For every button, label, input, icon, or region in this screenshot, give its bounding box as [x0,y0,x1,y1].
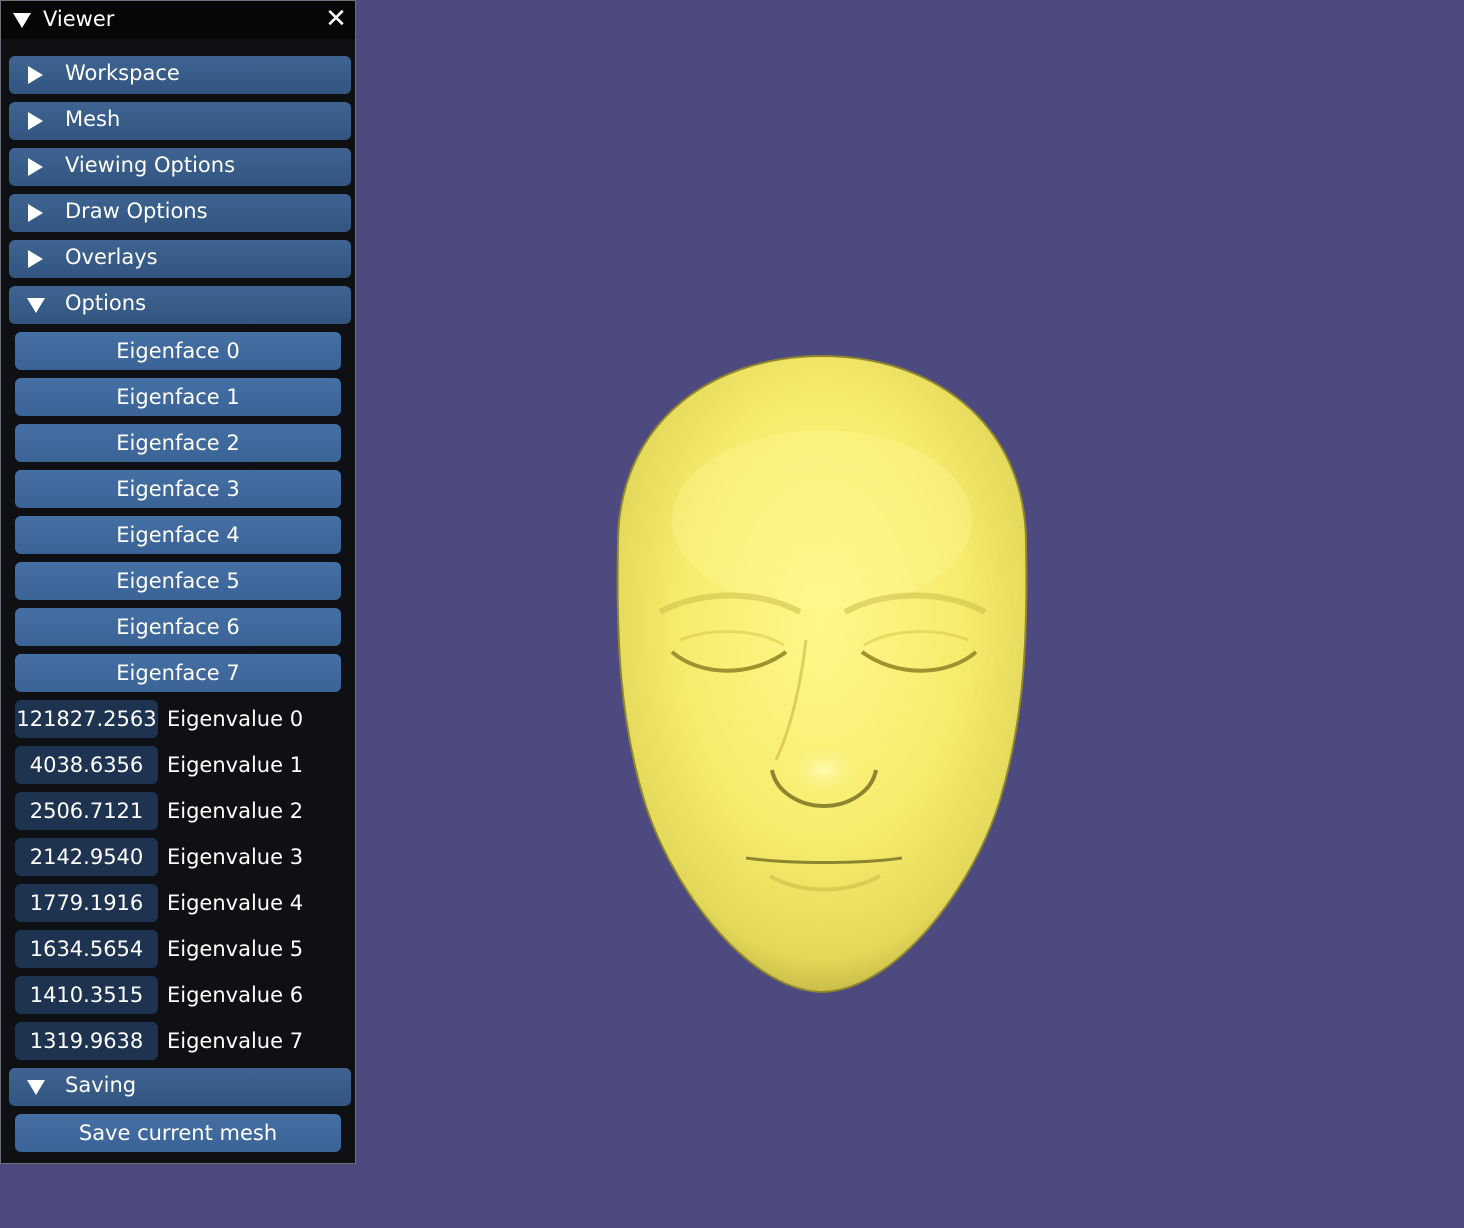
eigenface-0-button[interactable]: Eigenface 0 [15,332,341,370]
panel-titlebar[interactable]: Viewer ✕ [1,1,355,39]
eigenface-4-button[interactable]: Eigenface 4 [15,516,341,554]
eigenvalue-1-field[interactable]: 4038.6356 [15,746,158,784]
eigenvalue-6-field[interactable]: 1410.3515 [15,976,158,1014]
eigenvalue-3-field[interactable]: 2142.9540 [15,838,158,876]
viewer-panel: Viewer ✕ Workspace Mesh Viewing Options … [0,0,356,1164]
eigenvalue-label: Eigenvalue 7 [167,1029,304,1053]
eigenface-3-button[interactable]: Eigenface 3 [15,470,341,508]
section-saving[interactable]: Saving [9,1068,351,1106]
section-mesh[interactable]: Mesh [9,102,351,140]
section-label: Workspace [65,61,180,85]
eigenvalue-label: Eigenvalue 3 [167,845,304,869]
eigenvalue-row: 1779.1916 Eigenvalue 4 [15,884,345,922]
triangle-down-icon [27,298,45,313]
section-overlays[interactable]: Overlays [9,240,351,278]
eigenvalue-row: 121827.2563 Eigenvalue 0 [15,700,345,738]
triangle-right-icon [28,204,43,222]
eigenvalue-label: Eigenvalue 1 [167,753,304,777]
section-label: Options [65,291,147,315]
save-mesh-button[interactable]: Save current mesh [15,1114,341,1152]
eigenvalue-row: 2142.9540 Eigenvalue 3 [15,838,345,876]
eigenvalue-7-field[interactable]: 1319.9638 [15,1022,158,1060]
section-label: Mesh [65,107,121,131]
triangle-right-icon [28,250,43,268]
eigenvalue-label: Eigenvalue 2 [167,799,304,823]
eigenvalue-row: 4038.6356 Eigenvalue 1 [15,746,345,784]
section-label: Viewing Options [65,153,236,177]
eigenvalue-0-field[interactable]: 121827.2563 [15,700,158,738]
eigenvalue-row: 1319.9638 Eigenvalue 7 [15,1022,345,1060]
section-label: Overlays [65,245,158,269]
forehead-highlight [672,430,972,610]
nose-tip [782,740,866,800]
close-icon[interactable]: ✕ [323,5,349,33]
eigenvalue-row: 2506.7121 Eigenvalue 2 [15,792,345,830]
eigenvalue-label: Eigenvalue 4 [167,891,304,915]
eigenvalue-2-field[interactable]: 2506.7121 [15,792,158,830]
triangle-right-icon [28,158,43,176]
section-viewing-options[interactable]: Viewing Options [9,148,351,186]
section-draw-options[interactable]: Draw Options [9,194,351,232]
section-options[interactable]: Options [9,286,351,324]
triangle-right-icon [28,112,43,130]
eigenface-1-button[interactable]: Eigenface 1 [15,378,341,416]
triangle-down-icon [27,1080,45,1095]
triangle-right-icon [28,66,43,84]
eigenface-7-button[interactable]: Eigenface 7 [15,654,341,692]
eigenvalue-4-field[interactable]: 1779.1916 [15,884,158,922]
eigenvalue-label: Eigenvalue 0 [167,707,304,731]
section-label: Saving [65,1073,137,1097]
section-label: Draw Options [65,199,208,223]
panel-title: Viewer [43,7,115,31]
eigenface-5-button[interactable]: Eigenface 5 [15,562,341,600]
section-workspace[interactable]: Workspace [9,56,351,94]
triangle-down-icon[interactable] [13,13,31,28]
eigenface-2-button[interactable]: Eigenface 2 [15,424,341,462]
eigenvalue-label: Eigenvalue 5 [167,937,304,961]
eigenface-6-button[interactable]: Eigenface 6 [15,608,341,646]
eigenvalue-label: Eigenvalue 6 [167,983,304,1007]
eigenvalue-5-field[interactable]: 1634.5654 [15,930,158,968]
eigenvalue-row: 1410.3515 Eigenvalue 6 [15,976,345,1014]
eigenvalue-row: 1634.5654 Eigenvalue 5 [15,930,345,968]
